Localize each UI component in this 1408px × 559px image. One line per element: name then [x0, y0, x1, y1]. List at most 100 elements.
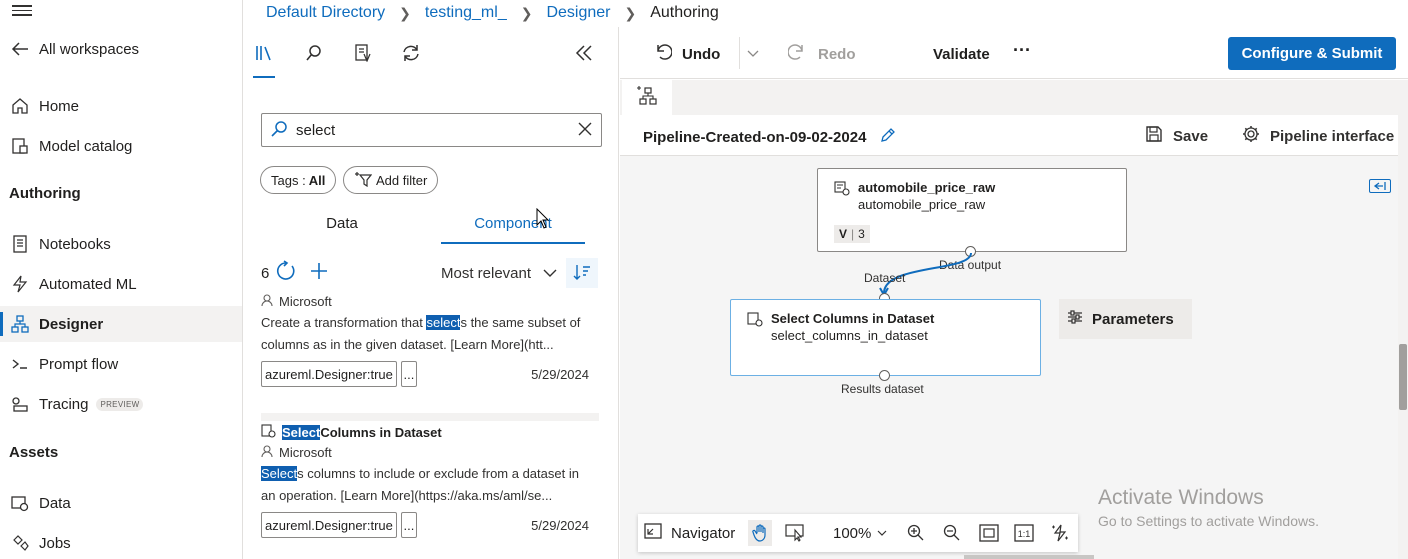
search-icon[interactable] — [302, 41, 326, 65]
expand-right-panel-icon[interactable] — [1369, 179, 1391, 193]
pipeline-node-dataset[interactable]: automobile_price_raw automobile_price_ra… — [817, 168, 1127, 252]
pan-hand-icon[interactable] — [748, 520, 772, 546]
designer-icon — [9, 314, 31, 334]
zoom-out-icon[interactable] — [943, 522, 961, 544]
validate-button[interactable]: Validate — [933, 41, 990, 67]
data-icon — [9, 493, 31, 513]
select-mode-icon[interactable] — [785, 522, 805, 544]
node-subtitle: automobile_price_raw — [858, 197, 986, 212]
gear-icon — [1242, 125, 1260, 147]
breadcrumb-directory[interactable]: Default Directory — [266, 4, 385, 22]
canvas-navigator-toolbar: Navigator 100% 1:1 — [638, 514, 1078, 552]
notebook-icon — [9, 234, 31, 254]
pipeline-name: Pipeline-Created-on-09-02-2024 — [643, 128, 867, 146]
add-filter-icon — [354, 171, 373, 190]
output-port[interactable] — [879, 370, 890, 381]
undo-history-dropdown[interactable] — [747, 41, 759, 67]
card-tag[interactable]: azureml.Designer:true — [261, 512, 397, 538]
library-tab-indicator — [253, 76, 275, 78]
desc-text: Create a transformation that — [261, 315, 427, 330]
save-label: Save — [1173, 127, 1209, 145]
breadcrumb-workspace[interactable]: testing_ml_ — [425, 4, 507, 22]
lightning-icon — [9, 274, 31, 294]
nav-label: Prompt flow — [39, 355, 119, 373]
nav-prompt-flow[interactable]: Prompt flow — [0, 346, 242, 382]
nav-tracing[interactable]: Tracing PREVIEW — [0, 386, 242, 422]
pipeline-graph-tab[interactable] — [622, 80, 672, 115]
component-card[interactable]: Microsoft Create a transformation that s… — [261, 294, 599, 414]
card-publisher: Microsoft — [261, 294, 599, 309]
redo-button[interactable]: Redo — [787, 41, 856, 67]
sort-dropdown[interactable]: Most relevant — [441, 261, 557, 285]
chevron-down-icon — [877, 530, 887, 536]
navigator-button[interactable]: Navigator — [644, 522, 735, 544]
node-subtitle: select_columns_in_dataset — [771, 328, 928, 343]
edit-pencil-icon[interactable] — [880, 127, 896, 147]
save-button[interactable]: Save — [1145, 125, 1208, 147]
chevron-right-icon: ❯ — [399, 4, 411, 21]
tags-filter-pill[interactable]: Tags : All — [260, 166, 337, 194]
more-options-button[interactable]: ··· — [1013, 37, 1031, 63]
actual-size-icon[interactable]: 1:1 — [1014, 522, 1034, 544]
search-highlight: Select — [261, 466, 298, 481]
model-catalog-icon — [9, 136, 31, 156]
search-input[interactable] — [296, 121, 577, 139]
nav-model-catalog[interactable]: Model catalog — [0, 128, 242, 164]
nav-all-workspaces[interactable]: All workspaces — [0, 31, 242, 67]
more-tags-button[interactable]: ... — [400, 361, 417, 387]
collapse-panel-icon[interactable] — [572, 41, 596, 65]
person-icon — [261, 294, 273, 309]
nav-label: All workspaces — [39, 40, 140, 58]
horizontal-scrollbar-thumb[interactable] — [964, 555, 1094, 559]
add-filter-button[interactable]: Add filter — [343, 166, 439, 194]
library-icon[interactable] — [252, 41, 276, 65]
nav-label: Designer — [39, 315, 104, 333]
nav-data[interactable]: Data — [0, 485, 242, 521]
add-icon[interactable] — [309, 261, 329, 285]
jobs-icon — [9, 533, 31, 553]
component-icon — [747, 311, 763, 330]
result-count-row: 6 — [261, 260, 329, 286]
chevron-down-icon — [543, 265, 557, 282]
zoom-level-dropdown[interactable]: 100% — [833, 522, 887, 544]
more-tags-button[interactable]: ... — [400, 512, 417, 538]
tab-component[interactable]: Component — [441, 215, 585, 243]
home-icon — [9, 96, 31, 116]
pipeline-node-select-columns[interactable]: Select Columns in Dataset select_columns… — [730, 299, 1041, 376]
tab-data[interactable]: Data — [261, 215, 423, 243]
preview-badge: PREVIEW — [96, 397, 144, 411]
component-search-box[interactable] — [261, 113, 602, 147]
sort-value: Most relevant — [441, 264, 532, 282]
undo-label: Undo — [682, 45, 721, 63]
nav-section-assets: Assets — [9, 444, 59, 461]
nav-jobs[interactable]: Jobs — [0, 525, 242, 559]
fit-to-screen-icon[interactable] — [979, 522, 999, 544]
zoom-level: 100% — [833, 524, 872, 542]
parameters-button[interactable]: Parameters — [1059, 299, 1192, 339]
refresh-icon[interactable] — [399, 41, 423, 65]
nav-home[interactable]: Home — [0, 88, 242, 124]
title-text: Columns in Dataset — [320, 424, 442, 440]
sort-order-button[interactable] — [566, 258, 598, 288]
catalog-icon[interactable] — [351, 41, 375, 65]
card-tag[interactable]: azureml.Designer:true — [261, 361, 397, 387]
breadcrumb-designer[interactable]: Designer — [546, 4, 610, 22]
nav-designer[interactable]: Designer — [0, 306, 242, 342]
hamburger-menu-icon[interactable] — [12, 5, 32, 17]
reload-icon[interactable] — [275, 260, 297, 286]
nav-notebooks[interactable]: Notebooks — [0, 226, 242, 262]
clear-search-icon[interactable] — [577, 121, 593, 140]
auto-layout-icon[interactable] — [1051, 522, 1069, 544]
pipeline-interface-button[interactable]: Pipeline interface — [1242, 125, 1394, 147]
undo-button[interactable]: Undo — [654, 41, 720, 67]
nav-automated-ml[interactable]: Automated ML — [0, 266, 242, 302]
configure-submit-button[interactable]: Configure & Submit — [1228, 37, 1396, 70]
card-tags: azureml.Designer:true ... 5/29/2024 — [261, 361, 599, 387]
breadcrumb: Default Directory ❯ testing_ml_ ❯ Design… — [266, 3, 719, 23]
vertical-scrollbar[interactable] — [1398, 80, 1408, 559]
card-tags: azureml.Designer:true ... 5/29/2024 — [261, 512, 599, 538]
zoom-in-icon[interactable] — [907, 522, 925, 544]
pipeline-interface-label: Pipeline interface — [1270, 127, 1395, 145]
scrollbar-thumb[interactable] — [1399, 344, 1407, 410]
component-card[interactable]: Select Columns in Dataset Microsoft Sele… — [261, 423, 599, 559]
